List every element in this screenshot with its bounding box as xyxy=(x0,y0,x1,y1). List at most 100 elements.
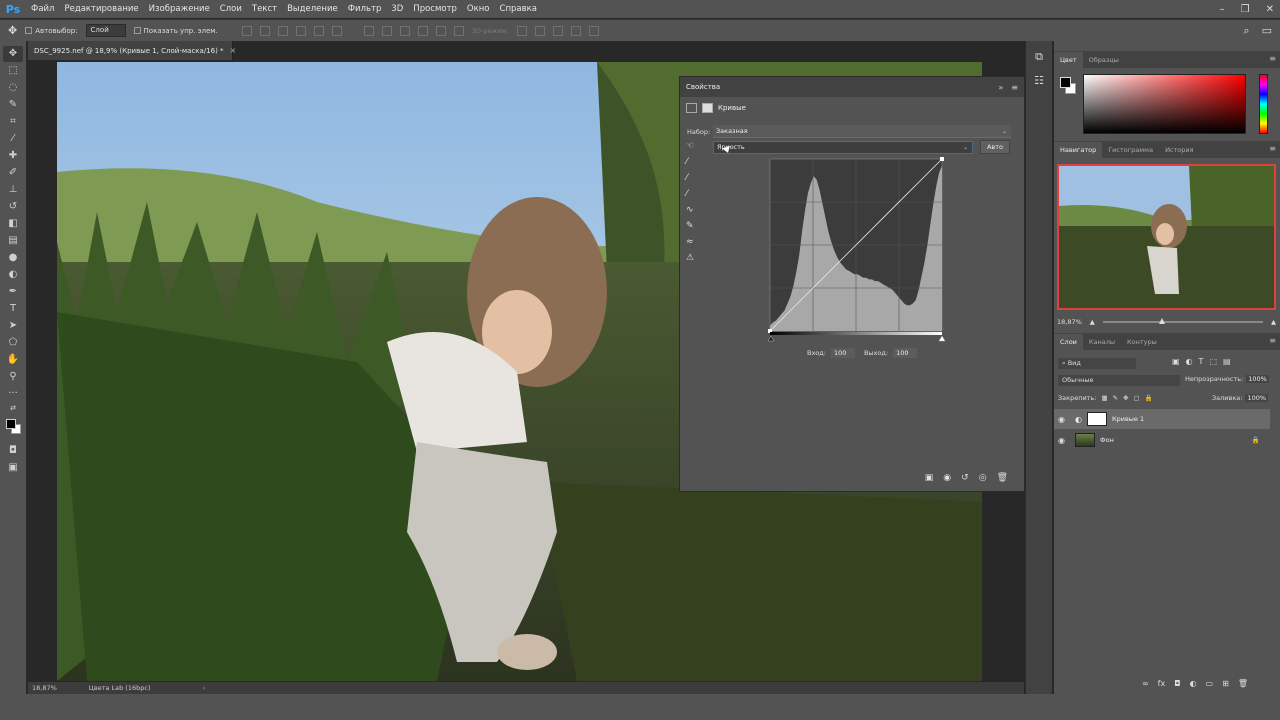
marquee-tool-icon[interactable]: ⬚ xyxy=(3,63,23,79)
filter-smart-icon[interactable]: ▤ xyxy=(1223,357,1231,366)
layer-thumbnail[interactable] xyxy=(1075,433,1095,447)
swap-colors-icon[interactable]: ⇄ xyxy=(3,403,23,413)
menu-view[interactable]: Просмотр xyxy=(408,4,462,14)
align-vcenter-icon[interactable] xyxy=(259,25,270,36)
autoselect-checkbox[interactable]: Автовыбор: xyxy=(25,26,78,35)
color-picker-field[interactable] xyxy=(1083,74,1246,134)
adjustments-panel-icon[interactable]: ☷ xyxy=(1031,73,1047,89)
close-tab-icon[interactable]: × xyxy=(230,46,237,55)
show-transform-checkbox[interactable]: Показать упр. элем. xyxy=(133,26,218,35)
output-field[interactable]: 100 xyxy=(893,348,918,358)
clipping-warning-icon[interactable]: ⚠ xyxy=(686,253,700,263)
foreground-color[interactable] xyxy=(1060,77,1071,88)
color-swatches[interactable] xyxy=(3,417,23,437)
view-previous-state-icon[interactable]: ◉ xyxy=(943,473,951,483)
filter-pixel-icon[interactable]: ▣ xyxy=(1172,357,1180,366)
panel-menu-icon[interactable]: ≡ xyxy=(1269,54,1276,63)
edit-points-curve-icon[interactable]: ∿ xyxy=(686,205,700,215)
history-panel-icon[interactable]: ⧉ xyxy=(1031,49,1047,65)
shape-tool-icon[interactable]: ⬠ xyxy=(3,335,23,351)
blend-mode-dropdown[interactable]: Обычные xyxy=(1058,375,1180,386)
align-right-icon[interactable] xyxy=(331,25,342,36)
menu-layers[interactable]: Слои xyxy=(215,4,247,14)
crop-tool-icon[interactable]: ⌗ xyxy=(3,114,23,130)
menu-window[interactable]: Окно xyxy=(462,4,495,14)
menu-select[interactable]: Выделение xyxy=(282,4,343,14)
add-mask-icon[interactable]: ◘ xyxy=(1174,679,1180,688)
pen-tool-icon[interactable]: ✒ xyxy=(3,284,23,300)
status-menu-arrow[interactable]: › xyxy=(202,684,205,692)
pencil-curve-icon[interactable]: ✎ xyxy=(686,221,700,231)
menu-image[interactable]: Изображение xyxy=(144,4,215,14)
document-tab[interactable]: DSC_9925.nef @ 18,9% (Кривые 1, Слой-мас… xyxy=(28,41,236,60)
layer-mask-icon[interactable] xyxy=(702,103,713,113)
path-select-tool-icon[interactable]: ➤ xyxy=(3,318,23,334)
history-brush-tool-icon[interactable]: ↺ xyxy=(3,199,23,215)
lock-all-icon[interactable]: 🔒 xyxy=(1145,394,1153,402)
distribute-left-icon[interactable] xyxy=(417,25,428,36)
collapse-panel-icon[interactable]: » xyxy=(998,83,1003,92)
input-field[interactable]: 100 xyxy=(830,348,855,358)
curves-graph[interactable] xyxy=(768,157,953,343)
lock-transparent-icon[interactable]: ▦ xyxy=(1101,394,1107,402)
align-hcenter-icon[interactable] xyxy=(313,25,324,36)
maximize-icon[interactable]: ❐ xyxy=(1241,4,1250,15)
gradient-tool-icon[interactable]: ▤ xyxy=(3,233,23,249)
delete-layer-icon[interactable]: 🗑 xyxy=(1238,679,1248,688)
healing-brush-tool-icon[interactable]: ✚ xyxy=(3,148,23,164)
gray-point-eyedropper-icon[interactable]: ⁄ xyxy=(686,173,700,183)
3d-scale-icon[interactable] xyxy=(588,25,599,36)
layer-row[interactable]: ◉ ◐ Кривые 1 xyxy=(1054,409,1270,429)
clone-stamp-tool-icon[interactable]: ⊥ xyxy=(3,182,23,198)
auto-button[interactable]: Авто xyxy=(980,140,1010,154)
menu-file[interactable]: Файл xyxy=(26,4,59,14)
color-panel-swatches[interactable] xyxy=(1060,77,1080,99)
reset-icon[interactable]: ↺ xyxy=(961,473,969,483)
layer-name[interactable]: Фон xyxy=(1100,436,1114,444)
zoom-tool-icon[interactable]: ⚲ xyxy=(3,369,23,385)
workspace-icon[interactable]: ▭ xyxy=(1262,24,1272,38)
tab-layers[interactable]: Слои xyxy=(1054,334,1083,350)
3d-slide-icon[interactable] xyxy=(570,25,581,36)
menu-type[interactable]: Текст xyxy=(247,4,282,14)
lock-pixels-icon[interactable]: ✎ xyxy=(1113,394,1118,402)
clip-to-layer-icon[interactable]: ▣ xyxy=(925,473,934,483)
3d-rotate-icon[interactable] xyxy=(516,25,527,36)
menu-edit[interactable]: Редактирование xyxy=(59,4,143,14)
quick-mask-icon[interactable]: ◘ xyxy=(3,443,23,459)
eye-icon[interactable]: ◉ xyxy=(1058,436,1070,445)
channel-dropdown[interactable]: Яркость ⌄ xyxy=(713,141,973,154)
dodge-tool-icon[interactable]: ◐ xyxy=(3,267,23,283)
fill-field[interactable]: 100% xyxy=(1245,394,1269,402)
new-adjustment-icon[interactable]: ◐ xyxy=(1190,679,1197,688)
eraser-tool-icon[interactable]: ◧ xyxy=(3,216,23,232)
navigator-thumbnail[interactable] xyxy=(1057,164,1276,310)
hue-slider[interactable] xyxy=(1259,74,1268,134)
move-tool-icon[interactable]: ✥ xyxy=(3,45,23,62)
distribute-right-icon[interactable] xyxy=(453,25,464,36)
panel-menu-icon[interactable]: ≡ xyxy=(1011,83,1018,92)
white-slider-handle[interactable] xyxy=(938,335,946,342)
layer-mask-thumbnail[interactable] xyxy=(1086,412,1107,426)
filter-shape-icon[interactable]: ⬚ xyxy=(1209,357,1217,366)
lasso-tool-icon[interactable]: ◌ xyxy=(3,80,23,96)
distribute-hcenter-icon[interactable] xyxy=(435,25,446,36)
align-left-icon[interactable] xyxy=(295,25,306,36)
foreground-color[interactable] xyxy=(6,419,16,429)
search-icon[interactable]: ⌕ xyxy=(1243,24,1249,38)
zoom-out-icon[interactable]: ▲ xyxy=(1090,318,1095,326)
filter-adjustment-icon[interactable]: ◐ xyxy=(1186,357,1193,366)
tab-navigator[interactable]: Навигатор xyxy=(1054,142,1103,158)
panel-menu-icon[interactable]: ≡ xyxy=(1269,144,1276,153)
opacity-field[interactable]: 100% xyxy=(1246,375,1269,383)
menu-3d[interactable]: 3D xyxy=(386,4,408,14)
tab-paths[interactable]: Контуры xyxy=(1121,334,1163,350)
target-adjust-icon[interactable]: ☜ xyxy=(686,141,700,151)
tab-color[interactable]: Цвет xyxy=(1054,52,1083,68)
layer-style-icon[interactable]: fx xyxy=(1158,679,1166,688)
tab-histogram[interactable]: Гистограмма xyxy=(1102,142,1159,158)
status-zoom[interactable]: 18,87% xyxy=(32,684,57,692)
type-tool-icon[interactable]: T xyxy=(3,301,23,317)
tab-swatches[interactable]: Образцы xyxy=(1083,52,1125,68)
eyedropper-tool-icon[interactable]: ⁄ xyxy=(3,131,23,147)
